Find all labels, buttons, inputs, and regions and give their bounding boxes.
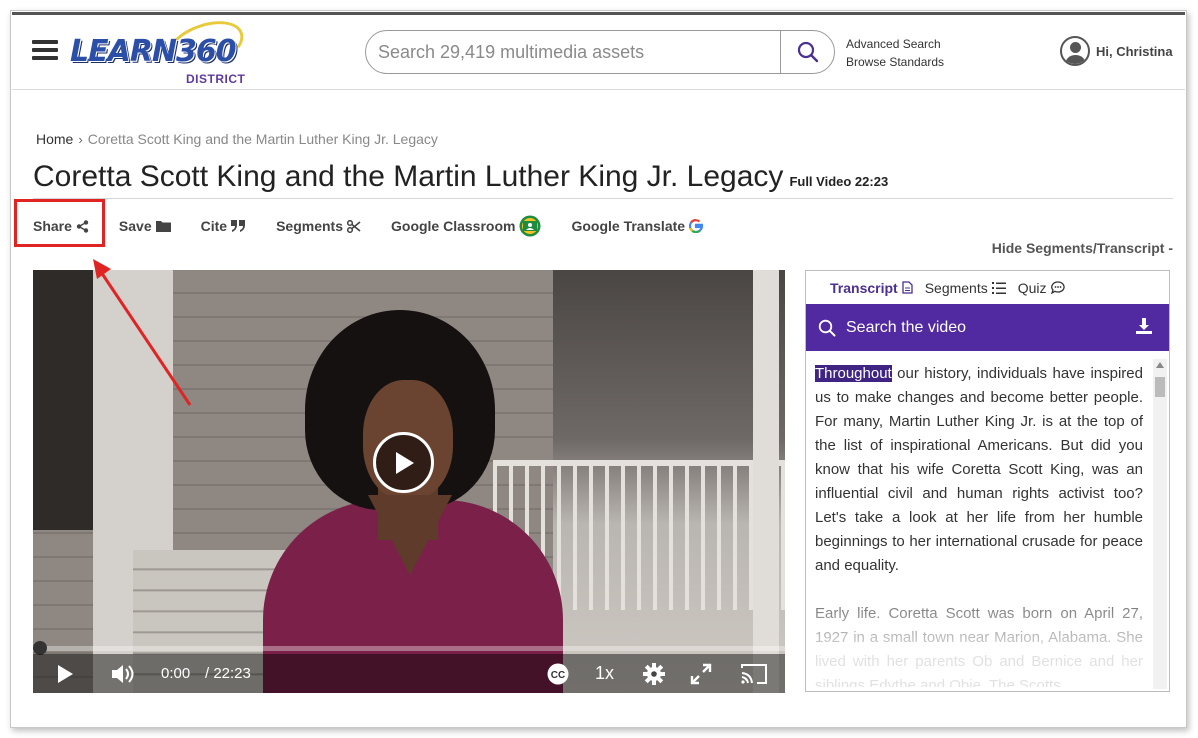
playback-speed-button[interactable]: 1x (595, 654, 614, 693)
advanced-search-link[interactable]: Advanced Search (846, 35, 944, 53)
tab-transcript[interactable]: Transcript (830, 280, 913, 296)
header-divider (12, 89, 1185, 90)
user-greeting: Hi, Christina (1096, 43, 1173, 59)
breadcrumb-separator: › (78, 131, 83, 147)
transcript-text: Throughout our history, individuals have… (815, 362, 1143, 687)
big-play-button[interactable] (373, 432, 434, 493)
hide-segments-transcript-toggle[interactable]: Hide Segments/Transcript - (992, 240, 1173, 256)
search-icon (797, 41, 818, 63)
breadcrumb: Home › Coretta Scott King and the Martin… (36, 131, 438, 147)
panel-tabs: Transcript Segments Quiz (806, 271, 1169, 304)
video-frame-column (753, 270, 779, 693)
video-duration-label: Full Video 22:23 (789, 174, 889, 189)
progress-handle[interactable] (33, 641, 47, 655)
cite-label: Cite (200, 218, 228, 234)
tab-segments[interactable]: Segments (925, 280, 1006, 296)
search-input[interactable] (366, 31, 780, 73)
cast-button[interactable] (741, 654, 767, 693)
transcript-paragraph: Throughout our history, individuals have… (815, 362, 1143, 578)
tab-segments-label: Segments (924, 279, 988, 296)
volume-icon (112, 664, 134, 683)
tab-quiz[interactable]: Quiz (1018, 280, 1065, 296)
transcript-panel: Transcript Segments Quiz Search the vide… (805, 270, 1170, 692)
player-controls: 0:00 / 22:23 CC 1x (33, 654, 785, 693)
gear-icon (643, 662, 665, 685)
avatar-icon (1060, 36, 1090, 66)
scrollbar-thumb[interactable] (1155, 377, 1165, 397)
google-classroom-label: Google Classroom (391, 218, 516, 234)
play-button[interactable] (55, 654, 75, 693)
browse-standards-link[interactable]: Browse Standards (846, 53, 944, 71)
save-label: Save (118, 218, 152, 234)
google-translate-label: Google Translate (571, 218, 686, 234)
list-icon (991, 281, 1006, 294)
video-player[interactable]: 0:00 / 22:23 CC 1x (33, 270, 785, 693)
logo-subtitle: DISTRICT (186, 72, 246, 86)
play-small-icon (58, 664, 73, 683)
learn360-logo[interactable]: LEARN360 DISTRICT (70, 11, 251, 86)
video-toolbar: Share Save Cite Segments Google Classroo… (33, 215, 733, 237)
segments-button[interactable]: Segments (276, 218, 361, 234)
google-translate-button[interactable]: Google Translate (571, 218, 704, 234)
user-menu[interactable]: Hi, Christina (1060, 36, 1173, 66)
document-icon (902, 281, 913, 294)
breadcrumb-home[interactable]: Home (36, 131, 73, 147)
share-highlight-box (14, 199, 105, 247)
segments-label: Segments (276, 218, 343, 234)
current-time: 0:00 (161, 665, 191, 682)
svg-text:CC: CC (551, 670, 565, 681)
cc-icon: CC (547, 663, 569, 684)
video-frame-window (33, 270, 93, 530)
google-classroom-button[interactable]: Google Classroom (391, 215, 541, 237)
transcript-paragraph-text[interactable]: our history, individuals have inspired u… (815, 365, 1143, 574)
cite-button[interactable]: Cite (201, 218, 246, 234)
site-search (365, 30, 835, 74)
google-g-icon (689, 219, 704, 233)
scissors-icon (347, 219, 361, 233)
captions-button[interactable]: CC (547, 654, 569, 693)
quote-icon (231, 220, 246, 232)
duration: / 22:23 (205, 665, 251, 682)
progress-bar[interactable] (33, 646, 785, 651)
google-classroom-icon (519, 215, 541, 237)
tab-transcript-label: Transcript (830, 279, 898, 296)
cast-icon (741, 663, 767, 684)
window-top-border (12, 12, 1185, 15)
folder-icon (155, 220, 171, 232)
settings-button[interactable] (643, 654, 665, 693)
search-links: Advanced Search Browse Standards (846, 35, 944, 71)
title-row: Coretta Scott King and the Martin Luther… (33, 160, 888, 194)
save-button[interactable]: Save (119, 218, 171, 234)
video-frame-presenter-neckline (368, 495, 452, 575)
title-divider (33, 198, 1173, 199)
search-button[interactable] (780, 31, 834, 73)
volume-button[interactable] (111, 654, 135, 693)
search-video-bar[interactable]: Search the video (806, 304, 1169, 351)
logo-wordmark: LEARN360 (70, 34, 237, 69)
hamburger-menu-icon[interactable] (32, 40, 58, 60)
tab-quiz-label: Quiz (1017, 279, 1047, 296)
breadcrumb-current: Coretta Scott King and the Martin Luther… (87, 131, 438, 147)
search-icon (818, 319, 836, 336)
transcript-current-word[interactable]: Throughout (815, 365, 892, 382)
page-title: Coretta Scott King and the Martin Luther… (33, 160, 784, 193)
download-transcript-button[interactable] (1135, 317, 1153, 340)
play-icon (395, 451, 414, 474)
download-icon (1136, 318, 1152, 334)
transcript-paragraph[interactable]: Early life. Coretta Scott was born on Ap… (815, 602, 1143, 687)
search-video-label: Search the video (846, 318, 967, 336)
scroll-up-arrow-icon[interactable] (1156, 362, 1164, 368)
fullscreen-button[interactable] (690, 654, 712, 693)
fullscreen-icon (690, 663, 712, 684)
chat-icon (1050, 281, 1065, 294)
transcript-scrollbar[interactable] (1153, 359, 1167, 689)
